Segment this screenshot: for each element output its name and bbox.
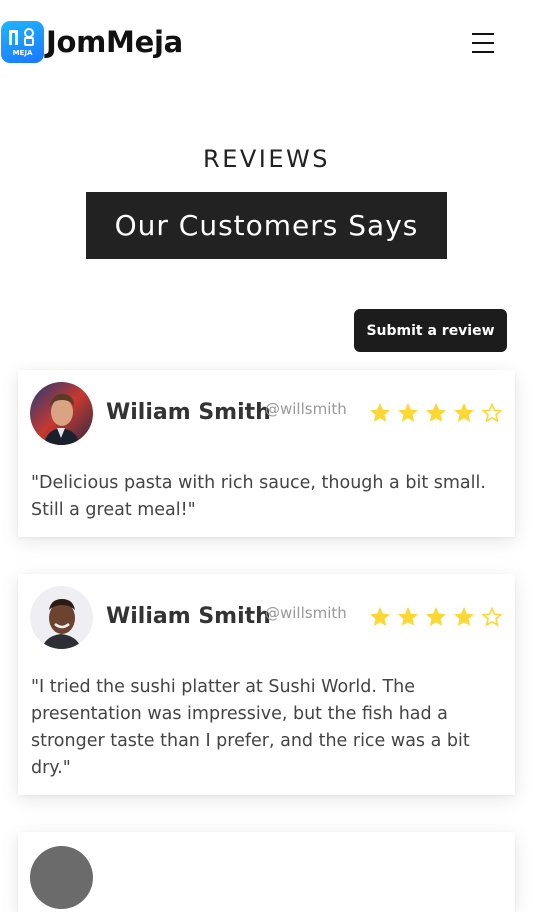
review-text: "I tried the sushi platter at Sushi Worl… (31, 677, 470, 778)
star-rating (368, 605, 504, 629)
review-card (18, 832, 515, 912)
star-filled-icon (370, 403, 390, 422)
reviewer-handle[interactable]: @willsmith (265, 400, 347, 418)
star-empty-icon (481, 402, 503, 423)
section-label: REVIEWS (203, 145, 330, 173)
reviewer-handle[interactable]: @willsmith (265, 604, 347, 622)
review-card: Wiliam Smith @willsmith "I tried the sus… (18, 574, 515, 795)
submit-review-button[interactable]: Submit a review (354, 309, 507, 352)
star-filled-icon (454, 607, 474, 626)
logo-icon[interactable]: MEJA (1, 21, 44, 63)
reviewer-name[interactable]: Wiliam Smith (106, 400, 271, 425)
star-filled-icon (398, 403, 418, 422)
avatar (30, 382, 93, 445)
star-filled-icon (426, 403, 446, 422)
star-filled-icon (426, 607, 446, 626)
star-filled-icon (370, 607, 390, 626)
star-filled-icon (454, 403, 474, 422)
star-empty-icon (481, 606, 503, 627)
logo-text: MEJA (13, 49, 33, 57)
brand-name[interactable]: JomMeja (46, 24, 183, 60)
review-text: "Delicious pasta with rich sauce, though… (31, 473, 486, 520)
avatar (30, 586, 93, 649)
reviewer-name[interactable]: Wiliam Smith (106, 604, 271, 629)
section-title: Our Customers Says (86, 192, 447, 259)
review-card: Wiliam Smith @willsmith "Delicious pasta… (18, 370, 515, 537)
top-navbar: MEJA JomMeja (0, 0, 533, 86)
star-rating (368, 401, 504, 425)
hamburger-menu-icon[interactable] (470, 30, 496, 56)
avatar (30, 846, 93, 909)
star-filled-icon (398, 607, 418, 626)
